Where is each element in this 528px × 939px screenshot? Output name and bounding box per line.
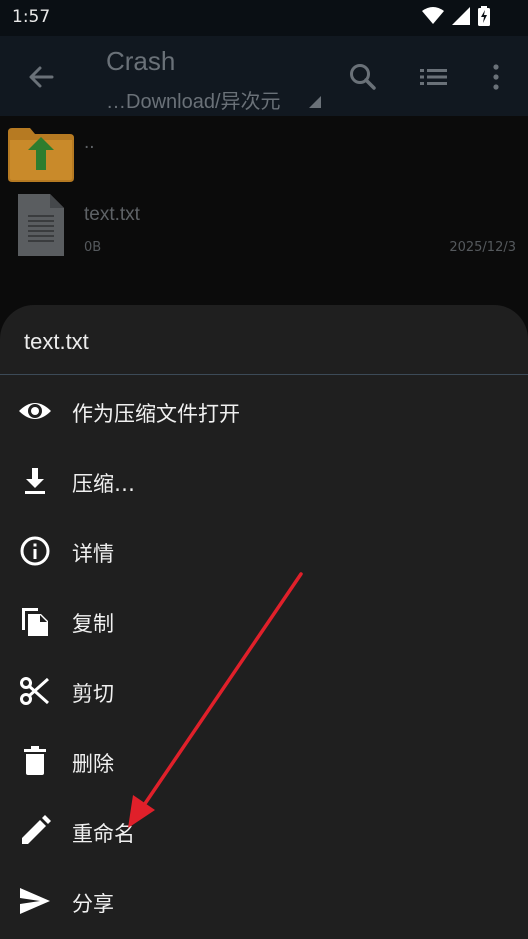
sheet-title: text.txt bbox=[24, 329, 89, 354]
menu-item-copy[interactable]: 复制 bbox=[0, 586, 528, 656]
breadcrumb-path[interactable]: …Download/异次元 bbox=[106, 85, 281, 114]
menu-item-label: 复制 bbox=[72, 612, 114, 636]
menu-item-label: 详情 bbox=[72, 542, 114, 566]
back-arrow-icon[interactable] bbox=[24, 60, 58, 94]
menu-item-details[interactable]: 详情 bbox=[0, 516, 528, 586]
menu-item-delete[interactable]: 删除 bbox=[0, 726, 528, 796]
battery-charging-icon bbox=[478, 6, 490, 26]
search-icon[interactable] bbox=[346, 60, 380, 94]
file-name: .. bbox=[84, 132, 95, 153]
info-icon bbox=[20, 536, 50, 566]
copy-icon bbox=[22, 608, 48, 636]
download-icon bbox=[25, 468, 45, 494]
list-item-parent-folder[interactable]: .. bbox=[0, 116, 528, 186]
menu-item-label: 重命名 bbox=[72, 822, 135, 846]
file-size: 0B bbox=[84, 240, 102, 255]
status-bar: 1:57 bbox=[0, 0, 528, 36]
status-icons bbox=[422, 6, 490, 26]
sheet-divider bbox=[0, 374, 528, 375]
wifi-icon bbox=[422, 7, 444, 24]
menu-item-label: 压缩… bbox=[72, 472, 135, 496]
menu-item-label: 剪切 bbox=[72, 682, 114, 706]
pencil-icon bbox=[22, 815, 51, 844]
file-name: text.txt bbox=[84, 204, 140, 225]
menu-item-open-as-archive[interactable]: 作为压缩文件打开 bbox=[0, 376, 528, 446]
signal-icon bbox=[452, 7, 470, 25]
send-icon bbox=[20, 888, 50, 914]
trash-icon bbox=[24, 746, 46, 775]
list-view-icon[interactable] bbox=[417, 60, 451, 94]
file-date: 2025/12/3 bbox=[449, 240, 516, 255]
folder-up-icon bbox=[8, 128, 74, 182]
text-file-icon bbox=[18, 194, 64, 256]
bottom-sheet: text.txt 作为压缩文件打开 压缩… 详情 复制 剪切 删除 重命名 分享 bbox=[0, 305, 528, 939]
path-dropdown-icon[interactable] bbox=[309, 96, 321, 108]
menu-item-share[interactable]: 分享 bbox=[0, 866, 528, 936]
status-time: 1:57 bbox=[12, 7, 51, 27]
menu-item-rename[interactable]: 重命名 bbox=[0, 796, 528, 866]
page-title: Crash bbox=[106, 46, 176, 76]
eye-icon bbox=[19, 403, 51, 419]
menu-item-label: 作为压缩文件打开 bbox=[72, 402, 240, 426]
menu-item-compress[interactable]: 压缩… bbox=[0, 446, 528, 516]
scissors-icon bbox=[20, 677, 50, 705]
more-vert-icon[interactable] bbox=[479, 60, 513, 94]
menu-item-cut[interactable]: 剪切 bbox=[0, 656, 528, 726]
app-bar: Crash …Download/异次元 bbox=[0, 36, 528, 116]
list-item-file[interactable]: text.txt 0B 2025/12/3 bbox=[0, 190, 528, 262]
menu-item-label: 分享 bbox=[72, 892, 114, 916]
menu-item-label: 删除 bbox=[72, 752, 114, 776]
